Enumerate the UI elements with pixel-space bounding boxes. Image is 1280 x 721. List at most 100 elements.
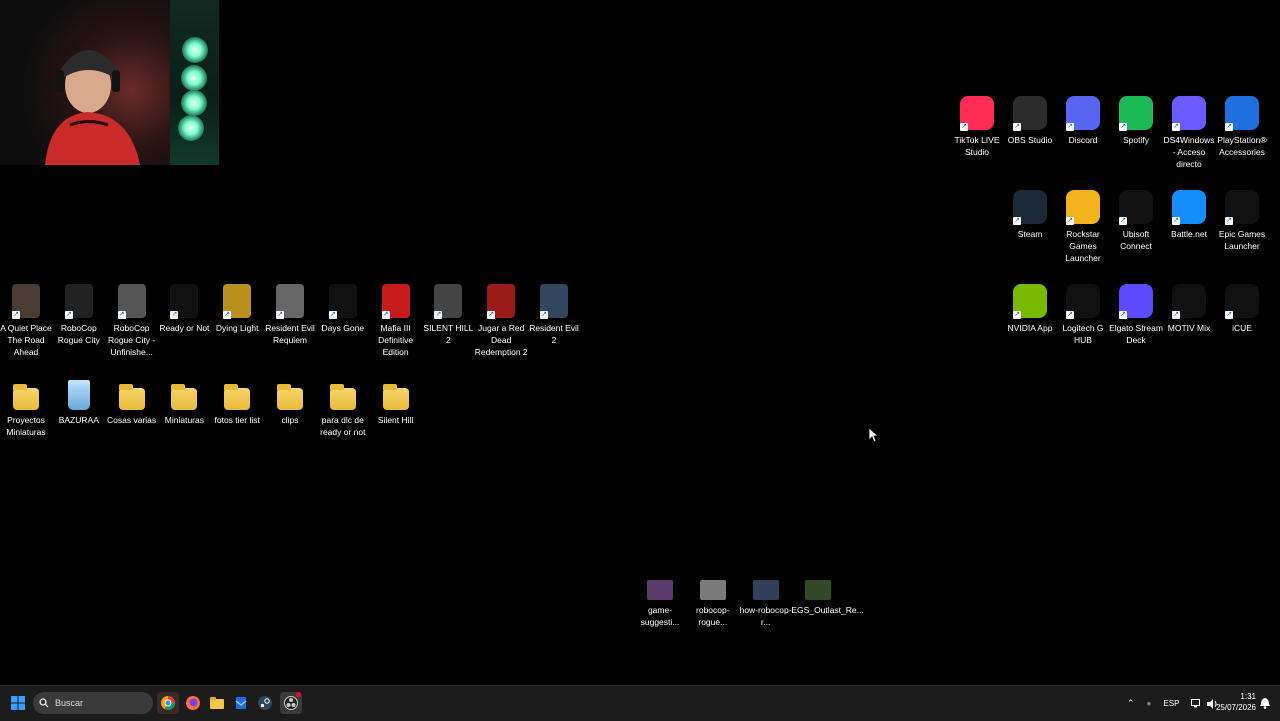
desktop-icon-label: Battle.net	[1171, 229, 1207, 239]
tiktok-live-icon: ↗	[960, 96, 994, 131]
image-thumbnail-icon	[805, 580, 832, 600]
spotify-icon: ↗	[1119, 96, 1153, 131]
start-button[interactable]	[8, 692, 28, 714]
desktop-folder[interactable]: clips	[263, 380, 317, 426]
logitech-icon: ↗	[1066, 284, 1100, 319]
desktop-icon-motiv[interactable]: ↗ MOTIV Mix	[1162, 284, 1216, 334]
notifications-button[interactable]	[1259, 692, 1271, 714]
desktop-icon-discord[interactable]: ↗ Discord	[1056, 96, 1110, 146]
desktop-icon-label: Dying Light	[215, 323, 259, 333]
chevron-up-icon[interactable]: ⌃	[1127, 698, 1135, 709]
shortcut-arrow-icon: ↗	[434, 311, 443, 319]
desktop-icon-spotify[interactable]: ↗ Spotify	[1109, 96, 1163, 146]
desktop-icon-nvidia[interactable]: ↗ NVIDIA App	[1003, 284, 1057, 334]
desktop-icon-obs[interactable]: ↗ OBS Studio	[1003, 96, 1057, 146]
desktop-icon-label: Elgato Stream Deck	[1109, 323, 1163, 345]
clock-time: 1:31	[1240, 692, 1256, 701]
desktop-icon-label: Mafia III Definitive Edition	[378, 323, 414, 357]
microphone-icon[interactable]: ●	[1147, 699, 1152, 708]
taskbar-obs[interactable]	[280, 692, 302, 714]
desktop-icon-label: TikTok LIVE Studio	[954, 135, 1000, 157]
desktop-icon-label: Proyectos Miniaturas	[6, 415, 46, 437]
desktop-icon-playstation[interactable]: ↗ PlayStation® Accessories	[1215, 96, 1269, 158]
desktop-icon-icue[interactable]: ↗ iCUE	[1215, 284, 1269, 334]
shortcut-arrow-icon: ↗	[1066, 311, 1074, 319]
desktop-game-shortcut[interactable]: ↗ RoboCop Rogue City	[52, 284, 106, 346]
desktop-icon-battlenet[interactable]: ↗ Battle.net	[1162, 190, 1216, 240]
battlenet-icon: ↗	[1172, 190, 1206, 225]
folder-icon	[277, 384, 303, 410]
desktop-image-file[interactable]: robocop-rogue...	[686, 580, 740, 628]
rockstar-icon: ↗	[1066, 190, 1100, 225]
desktop-folder[interactable]: para dlc de ready or not	[316, 380, 370, 438]
desktop-icon-tiktok-live[interactable]: ↗ TikTok LIVE Studio	[950, 96, 1004, 158]
desktop-icon-logitech[interactable]: ↗ Logitech G HUB	[1056, 284, 1110, 346]
shortcut-arrow-icon: ↗	[960, 123, 968, 131]
desktop-icon-label: MOTIV Mix	[1167, 323, 1211, 333]
taskbar-mail[interactable]	[231, 692, 251, 714]
desktop-icon-label: Resident Evil 2	[529, 323, 579, 345]
taskbar-file-explorer[interactable]	[207, 692, 227, 714]
search-placeholder: Buscar	[55, 698, 84, 708]
game-cover-icon: ↗	[381, 284, 410, 319]
shortcut-arrow-icon: ↗	[170, 311, 179, 319]
folder-icon	[382, 384, 409, 410]
steam-icon	[258, 696, 272, 710]
desktop-icon-label: Steam	[1017, 229, 1043, 239]
mail-icon	[235, 697, 247, 709]
desktop-folder[interactable]: Miniaturas	[157, 380, 211, 426]
desktop-icon-label: Ready or Not	[159, 323, 210, 333]
desktop-game-shortcut[interactable]: ↗ RoboCop Rogue City - Unfinishe...	[105, 284, 159, 358]
desktop-icon-steam[interactable]: ↗ Steam	[1003, 190, 1057, 240]
desktop-image-file[interactable]: EGS_Outlast_Re...	[791, 580, 864, 616]
desktop-game-shortcut[interactable]: ↗ SILENT HILL 2	[421, 284, 475, 346]
taskbar-chrome[interactable]	[157, 692, 179, 714]
desktop-game-shortcut[interactable]: ↗ Resident Evil 2	[527, 284, 581, 346]
desktop-icon-ubisoft[interactable]: ↗ Ubisoft Connect	[1109, 190, 1163, 252]
desktop-icon-label: EGS_Outlast_Re...	[791, 605, 864, 615]
desktop-folder[interactable]: Cosas varias	[105, 380, 159, 426]
desktop-image-file[interactable]: how-robocop-r...	[739, 580, 793, 628]
desktop-game-shortcut[interactable]: ↗ Dying Light	[210, 284, 264, 334]
desktop-icon-label: iCUE	[1232, 323, 1252, 333]
game-cover-icon: ↗	[12, 284, 40, 319]
fan-light	[182, 37, 208, 63]
taskbar-firefox[interactable]	[183, 692, 203, 714]
desktop-icon-label: BAZURAA	[58, 415, 99, 425]
windows-icon	[11, 696, 25, 710]
recording-indicator	[296, 692, 301, 697]
nvidia-icon: ↗	[1013, 284, 1047, 319]
desktop-icon-label: Discord	[1068, 135, 1098, 145]
desktop-icon-rockstar[interactable]: ↗ Rockstar Games Launcher	[1056, 190, 1110, 264]
desktop-folder[interactable]: fotos tier list	[210, 380, 264, 426]
desktop-image-file[interactable]: game-suggesti...	[633, 580, 687, 628]
desktop-icon-ds4windows[interactable]: ↗ DS4Windows - Acceso directo	[1162, 96, 1216, 170]
desktop-icon-epic-games[interactable]: ↗ Epic Games Launcher	[1215, 190, 1269, 252]
desktop-icon-streamdeck[interactable]: ↗ Elgato Stream Deck	[1109, 284, 1163, 346]
ds4windows-icon: ↗	[1172, 96, 1206, 131]
desktop-folder[interactable]: Proyectos Miniaturas	[0, 380, 53, 438]
taskbar-steam[interactable]	[255, 692, 275, 714]
shortcut-arrow-icon: ↗	[276, 311, 284, 319]
desktop-icon-label: OBS Studio	[1007, 135, 1053, 145]
shortcut-arrow-icon: ↗	[12, 311, 20, 319]
motiv-icon: ↗	[1172, 284, 1206, 319]
search-box[interactable]: Buscar	[33, 692, 153, 714]
shortcut-arrow-icon: ↗	[1066, 123, 1074, 131]
desktop-icon-label: SILENT HILL 2	[423, 323, 474, 345]
desktop-folder[interactable]: Silent Hill	[369, 380, 423, 426]
desktop-game-shortcut[interactable]: ↗ Mafia III Definitive Edition	[369, 284, 423, 358]
desktop-game-shortcut[interactable]: ↗ A Quiet Place The Road Ahead	[0, 284, 53, 358]
folder-icon	[210, 697, 224, 709]
desktop-game-shortcut[interactable]: ↗ Ready or Not	[157, 284, 211, 334]
network-icon[interactable]	[1191, 699, 1202, 708]
system-clock[interactable]: 1:31 25/07/2026	[1216, 691, 1256, 713]
game-cover-icon: ↗	[117, 284, 146, 319]
desktop-game-shortcut[interactable]: ↗ Days Gone	[316, 284, 370, 334]
desktop-recycle-bin[interactable]: BAZURAA	[52, 380, 106, 426]
language-indicator[interactable]: ESP	[1163, 699, 1179, 708]
fan-light	[181, 90, 207, 116]
shortcut-arrow-icon: ↗	[1119, 217, 1127, 225]
desktop-game-shortcut[interactable]: ↗ Jugar a Red Dead Redemption 2	[474, 284, 528, 358]
desktop-game-shortcut[interactable]: ↗ Resident Evil Requiem	[263, 284, 317, 346]
